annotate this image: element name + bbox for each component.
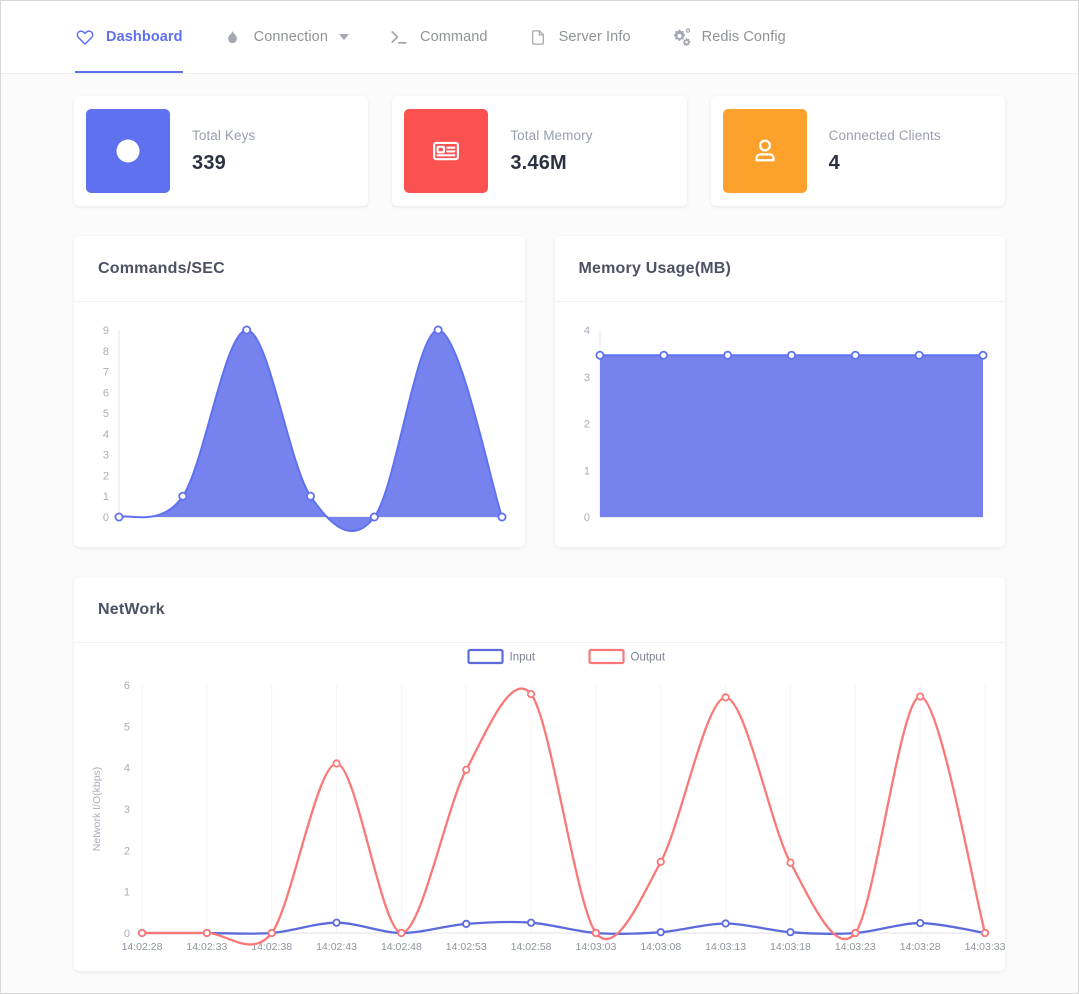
file-icon bbox=[528, 27, 548, 47]
svg-text:Output: Output bbox=[631, 652, 666, 664]
svg-text:5: 5 bbox=[124, 721, 130, 733]
memory-card-header: Memory Usage(MB) bbox=[554, 236, 1005, 302]
memory-chart-body: 0 1 2 3 4 bbox=[555, 302, 1006, 547]
svg-text:0: 0 bbox=[103, 512, 109, 524]
svg-text:5: 5 bbox=[103, 408, 109, 420]
commands-chart-body: 0 1 2 3 4 5 6 7 8 9 bbox=[74, 302, 525, 547]
svg-text:14:02:53: 14:02:53 bbox=[446, 941, 487, 953]
total-keys-icon-box bbox=[86, 109, 170, 193]
svg-text:1: 1 bbox=[124, 887, 130, 899]
nav-tab-redis-config[interactable]: Redis Config bbox=[671, 1, 786, 73]
user-icon bbox=[750, 136, 780, 166]
svg-text:14:03:03: 14:03:03 bbox=[575, 941, 616, 953]
svg-text:2: 2 bbox=[103, 470, 109, 482]
flame-icon bbox=[223, 27, 243, 47]
svg-text:9: 9 bbox=[103, 325, 109, 337]
chart-legend: Input Output bbox=[467, 648, 666, 665]
nav-tab-connection[interactable]: Connection bbox=[223, 1, 349, 73]
network-card: NetWork Input Output 0 1 2 3 4 5 6 Network I/O(kb… bbox=[74, 577, 1005, 971]
memory-usage-chart[interactable]: 0 1 2 3 4 bbox=[555, 302, 1005, 547]
svg-text:3: 3 bbox=[103, 450, 109, 462]
svg-text:14:02:48: 14:02:48 bbox=[381, 941, 422, 953]
network-chart-body: Input Output 0 1 2 3 4 5 6 Network I/O(kbps) 14:02… bbox=[74, 643, 1005, 971]
svg-text:1: 1 bbox=[103, 491, 109, 503]
commands-per-sec-card: Commands/SEC 0 1 2 3 4 5 6 7 8 9 bbox=[74, 236, 525, 547]
nav-tab-server-info[interactable]: Server Info bbox=[528, 1, 631, 73]
stat-label: Total Keys bbox=[192, 127, 256, 143]
connected-clients-text: Connected Clients 4 bbox=[829, 128, 941, 175]
nav-label-server-info: Server Info bbox=[558, 29, 631, 45]
stat-card-total-keys: Total Keys 339 bbox=[74, 96, 369, 206]
stat-label: Total Memory bbox=[510, 127, 593, 143]
dashboard-content: Total Keys 339 Total Memory 3.46M Connec… bbox=[1, 74, 1078, 971]
svg-text:0: 0 bbox=[124, 928, 130, 940]
chart-card-row: Commands/SEC 0 1 2 3 4 5 6 7 8 9 Memory Usage(MB)… bbox=[74, 236, 1005, 547]
database-circle-icon bbox=[111, 134, 145, 168]
card-title: Memory Usage(MB) bbox=[578, 259, 732, 277]
stat-value: 339 bbox=[192, 151, 226, 174]
nav-label-dashboard: Dashboard bbox=[106, 29, 183, 45]
svg-text:14:03:23: 14:03:23 bbox=[835, 941, 876, 953]
svg-text:6: 6 bbox=[124, 680, 130, 692]
svg-text:14:03:18: 14:03:18 bbox=[770, 941, 811, 953]
chevron-down-icon[interactable] bbox=[339, 34, 349, 40]
svg-text:Network I/O(kbps): Network I/O(kbps) bbox=[91, 767, 103, 852]
terminal-icon bbox=[389, 27, 409, 47]
svg-text:0: 0 bbox=[583, 512, 589, 524]
total-memory-icon-box bbox=[404, 109, 489, 193]
svg-text:3: 3 bbox=[583, 372, 589, 384]
stat-value: 4 bbox=[828, 151, 840, 174]
svg-text:1: 1 bbox=[583, 465, 589, 477]
gears-icon bbox=[671, 27, 691, 47]
svg-text:4: 4 bbox=[103, 429, 109, 441]
commands-card-header: Commands/SEC bbox=[74, 236, 525, 302]
nav-label-connection: Connection bbox=[253, 29, 328, 45]
total-memory-text: Total Memory 3.46M bbox=[510, 128, 592, 175]
svg-text:14:03:33: 14:03:33 bbox=[965, 941, 1005, 953]
svg-text:14:02:28: 14:02:28 bbox=[122, 941, 163, 953]
commands-per-sec-chart[interactable]: 0 1 2 3 4 5 6 7 8 9 bbox=[74, 302, 524, 547]
connected-clients-icon-box bbox=[722, 109, 807, 193]
nav-label-command: Command bbox=[420, 29, 488, 45]
svg-text:14:03:13: 14:03:13 bbox=[705, 941, 746, 953]
network-chart[interactable]: Input Output 0 1 2 3 4 5 6 Network I/O(kbps) 14:02… bbox=[74, 643, 1005, 971]
stat-card-total-memory: Total Memory 3.46M bbox=[392, 96, 687, 206]
svg-text:7: 7 bbox=[103, 367, 109, 379]
stat-value: 3.46M bbox=[510, 151, 567, 174]
svg-text:8: 8 bbox=[103, 346, 109, 358]
main-navbar: Dashboard Connection Command Server Info bbox=[1, 1, 1078, 74]
svg-text:14:02:43: 14:02:43 bbox=[316, 941, 357, 953]
dashboard-page: Dashboard Connection Command Server Info bbox=[0, 0, 1079, 994]
svg-text:4: 4 bbox=[583, 325, 589, 337]
active-tab-underline bbox=[75, 70, 183, 73]
svg-text:14:03:08: 14:03:08 bbox=[640, 941, 681, 953]
svg-text:14:03:28: 14:03:28 bbox=[900, 941, 941, 953]
svg-text:2: 2 bbox=[583, 419, 589, 431]
heart-icon bbox=[75, 27, 95, 47]
card-title: NetWork bbox=[98, 600, 165, 618]
total-keys-text: Total Keys 339 bbox=[192, 128, 255, 175]
svg-text:14:02:58: 14:02:58 bbox=[511, 941, 552, 953]
svg-text:2: 2 bbox=[124, 845, 130, 857]
memory-card-icon bbox=[431, 136, 461, 166]
svg-text:4: 4 bbox=[124, 763, 130, 775]
card-title: Commands/SEC bbox=[98, 259, 225, 277]
stat-label: Connected Clients bbox=[828, 127, 941, 143]
svg-text:Input: Input bbox=[510, 652, 536, 664]
network-card-header: NetWork bbox=[74, 577, 1005, 643]
svg-text:14:02:33: 14:02:33 bbox=[186, 941, 227, 953]
nav-tab-dashboard[interactable]: Dashboard bbox=[75, 1, 183, 73]
stat-card-row: Total Keys 339 Total Memory 3.46M Connec… bbox=[74, 96, 1005, 206]
stat-card-connected-clients: Connected Clients 4 bbox=[710, 96, 1005, 206]
nav-label-redis-config: Redis Config bbox=[701, 29, 786, 45]
memory-usage-card: Memory Usage(MB) 0 1 2 3 4 bbox=[554, 236, 1006, 547]
svg-text:6: 6 bbox=[103, 387, 109, 399]
nav-tab-command[interactable]: Command bbox=[389, 1, 488, 73]
svg-text:3: 3 bbox=[124, 804, 130, 816]
